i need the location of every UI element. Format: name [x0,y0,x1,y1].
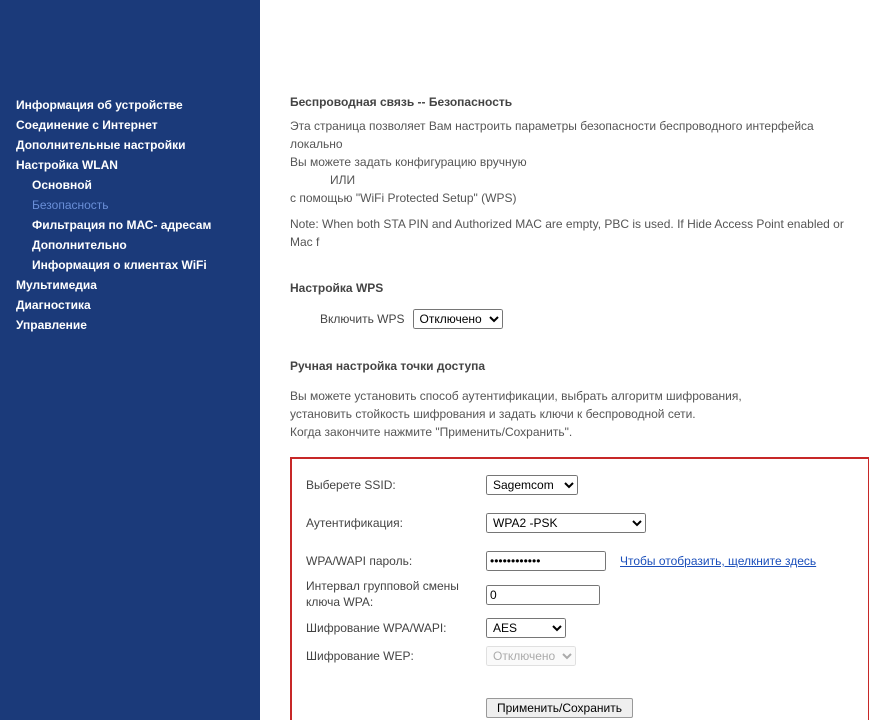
password-input[interactable] [486,551,606,571]
auth-select[interactable]: WPA2 -PSK [486,513,646,533]
manual-desc-3: Когда закончите нажмите "Применить/Сохра… [290,423,869,441]
nav-advanced-settings[interactable]: Дополнительные настройки [0,135,260,155]
encryption-select[interactable]: AES [486,618,566,638]
desc-line-2: Вы можете задать конфигурацию вручную [290,153,869,171]
nav-diagnostics[interactable]: Диагностика [0,295,260,315]
password-label: WPA/WAPI пароль: [306,554,486,568]
wps-enable-select[interactable]: Отключено [413,309,503,329]
nav-device-info[interactable]: Информация об устройстве [0,95,260,115]
desc-line-1: Эта страница позволяет Вам настроить пар… [290,117,869,153]
page-title: Беспроводная связь -- Безопасность [290,95,869,109]
manual-desc-1: Вы можете установить способ аутентификац… [290,387,869,405]
ssid-select[interactable]: Sagemcom [486,475,578,495]
note-line: Note: When both STA PIN and Authorized M… [290,215,869,251]
nav-sub-mac-filter[interactable]: Фильтрация по МАС- адресам [0,215,260,235]
sidebar: Информация об устройстве Соединение с Ин… [0,0,260,720]
ssid-label: Выберете SSID: [306,478,486,492]
nav-management[interactable]: Управление [0,315,260,335]
nav-internet-connection[interactable]: Соединение с Интернет [0,115,260,135]
nav-sub-basic[interactable]: Основной [0,175,260,195]
content-area: Беспроводная связь -- Безопасность Эта с… [260,0,869,720]
wep-label: Шифрование WEP: [306,649,486,663]
manual-heading: Ручная настройка точки доступа [290,359,869,373]
wps-heading: Настройка WPS [290,281,869,295]
auth-label: Аутентификация: [306,516,486,530]
nav-wlan-setup[interactable]: Настройка WLAN [0,155,260,175]
wps-enable-label: Включить WPS [320,312,405,326]
manual-desc-2: установить стойкость шифрования и задать… [290,405,869,423]
nav-sub-security[interactable]: Безопасность [0,195,260,215]
nav-sub-wifi-clients[interactable]: Информация о клиентах WiFi [0,255,260,275]
desc-line-4: с помощью "WiFi Protected Setup" (WPS) [290,189,869,207]
interval-input[interactable] [486,585,600,605]
security-form-box: Выберете SSID: Sagemcom Аутентификация: … [290,457,869,720]
wep-select: Отключено [486,646,576,666]
desc-line-3: ИЛИ [290,171,869,189]
save-button[interactable]: Применить/Сохранить [486,698,633,718]
nav-multimedia[interactable]: Мультимедиа [0,275,260,295]
encryption-label: Шифрование WPA/WAPI: [306,621,486,635]
show-password-link[interactable]: Чтобы отобразить, щелкните здесь [620,554,816,568]
nav-sub-advanced[interactable]: Дополнительно [0,235,260,255]
interval-label: Интервал групповой смены ключа WPA: [306,579,486,610]
